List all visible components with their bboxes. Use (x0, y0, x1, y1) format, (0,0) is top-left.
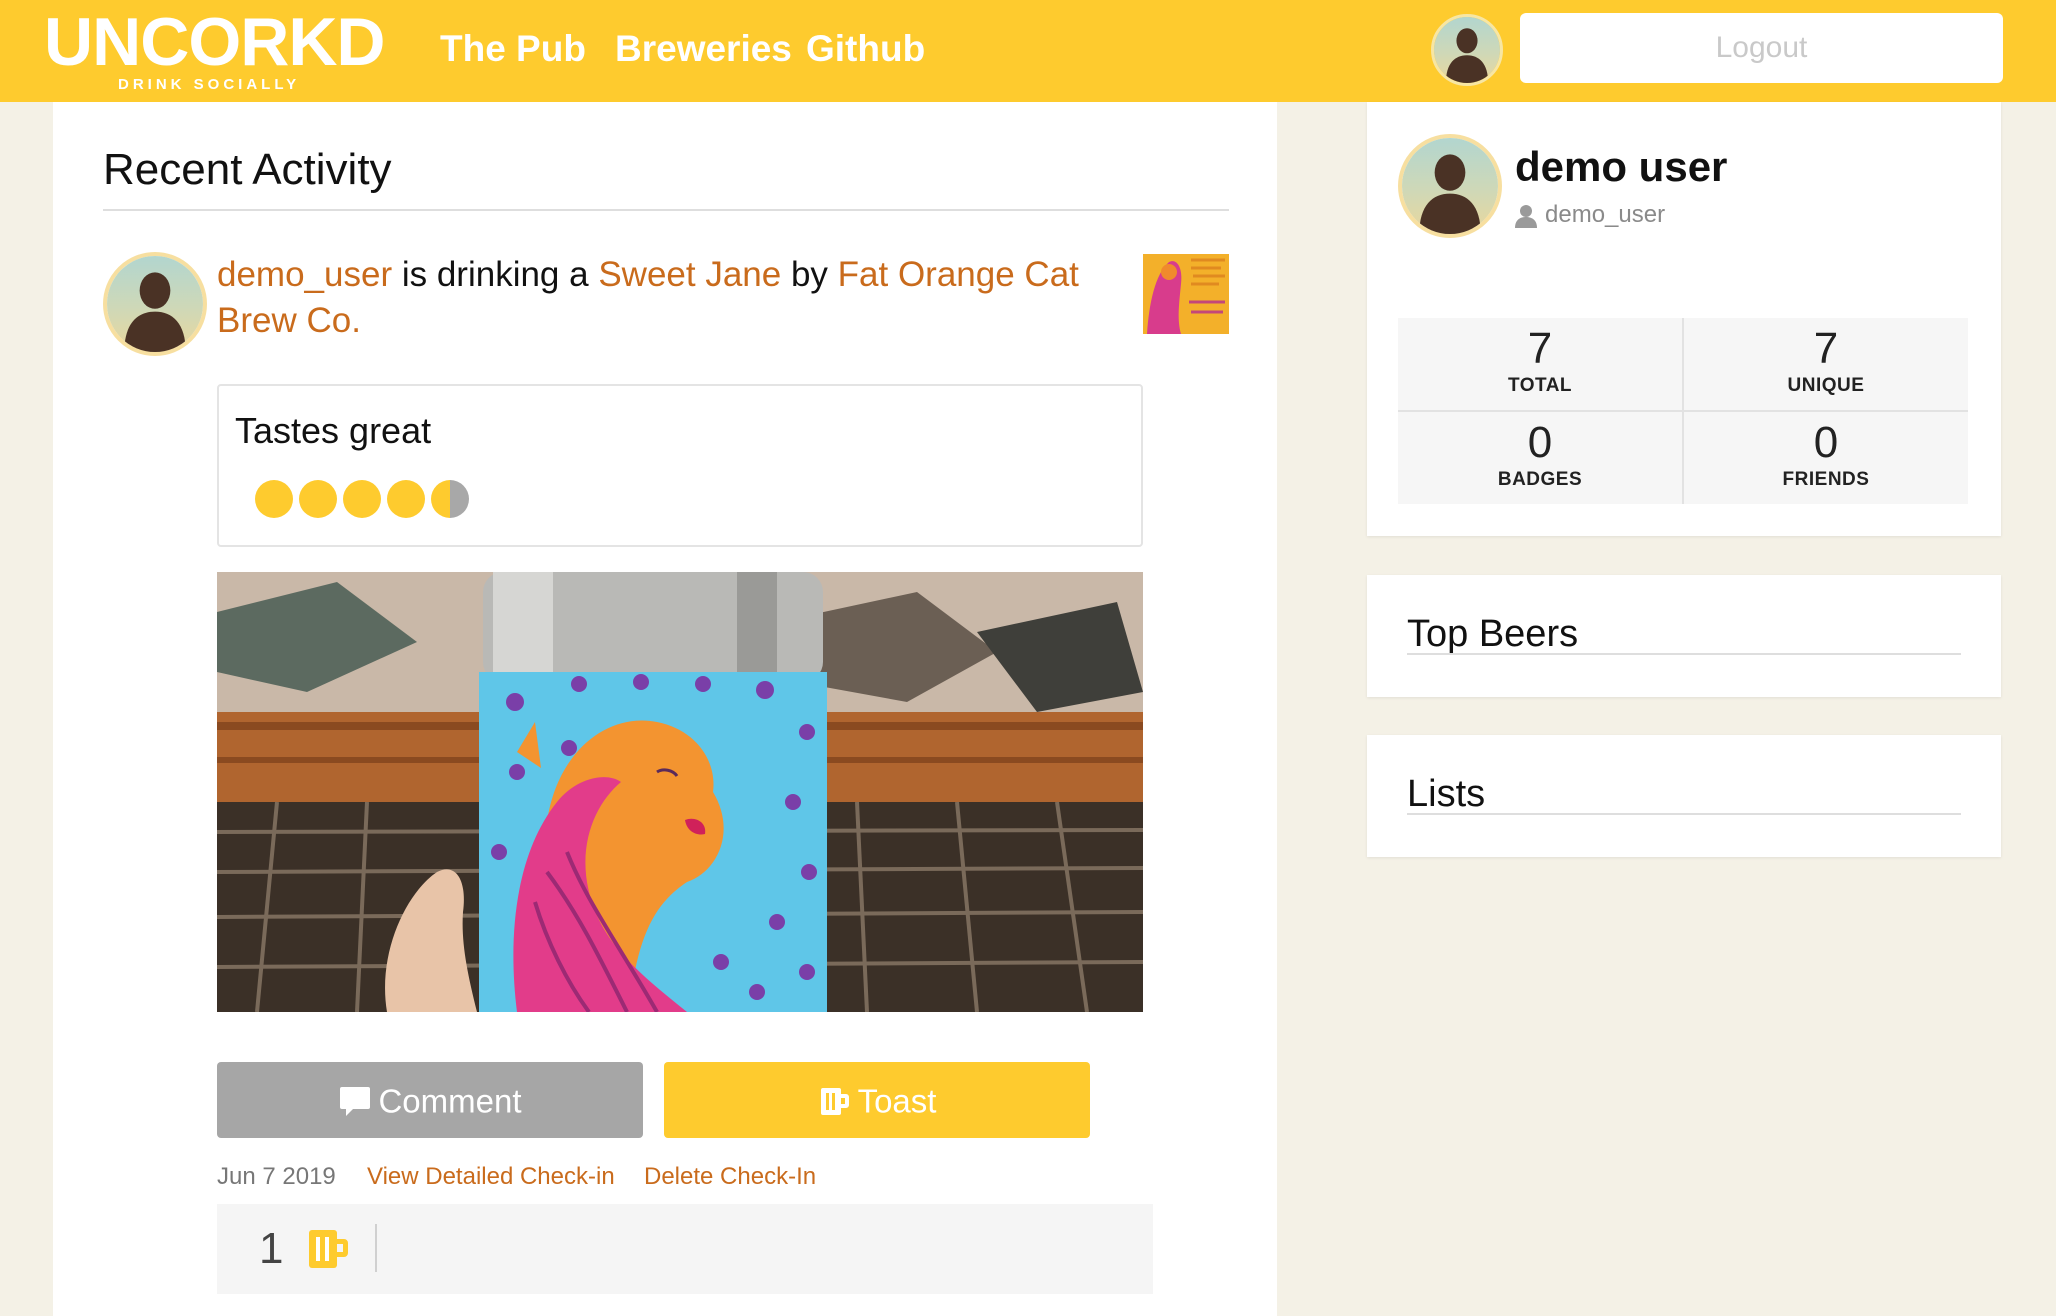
logo-wordmark: UNCORKD (44, 4, 386, 80)
review-card: Tastes great (217, 384, 1143, 547)
lists-card: Lists (1367, 735, 2001, 857)
profile-username: demo_user (1545, 201, 1666, 228)
top-navbar: UNCORKD DRINK SOCIALLY The Pub Breweries… (0, 0, 2056, 102)
delete-checkin-link[interactable]: Delete Check-In (644, 1162, 816, 1192)
profile-name: demo user (1515, 143, 1728, 190)
toast-button[interactable]: Toast (664, 1062, 1090, 1138)
logo[interactable]: UNCORKD DRINK SOCIALLY (44, 4, 386, 96)
comment-icon (340, 1087, 371, 1117)
stat-total-label: TOTAL (1507, 375, 1573, 396)
stat-badges[interactable]: 0 BADGES (1398, 412, 1682, 504)
checkin-text-by: by (781, 255, 838, 294)
beer-mug-icon (820, 1088, 849, 1116)
stat-badges-label: BADGES (1497, 469, 1583, 490)
user-silhouette-icon (1419, 154, 1481, 234)
rating-cap-half (431, 480, 469, 518)
profile-handle-row: demo_user (1515, 200, 1665, 230)
review-text: Tastes great (235, 410, 432, 451)
top-beers-divider (1407, 653, 1961, 655)
checkin-date: Jun 7 2019 (217, 1163, 336, 1190)
stat-friends-label: FRIENDS (1782, 469, 1870, 490)
checkin-headline: demo_user is drinking a Sweet Jane by Fa… (217, 252, 1087, 344)
stat-unique[interactable]: 7 UNIQUE (1684, 318, 1968, 410)
stat-total-value: 7 (1527, 324, 1553, 373)
rating-cap-full (255, 480, 293, 518)
nav-link-github[interactable]: Github (806, 26, 925, 72)
lists-divider (1407, 813, 1961, 815)
user-silhouette-icon (124, 272, 186, 352)
beer-label-image (1143, 254, 1229, 334)
comment-button-label: Comment (378, 1082, 522, 1120)
comment-button[interactable]: Comment (217, 1062, 643, 1138)
beer-mug-icon[interactable] (307, 1226, 351, 1270)
user-silhouette-icon (1445, 28, 1489, 83)
stat-unique-value: 7 (1813, 324, 1839, 373)
beer-link[interactable]: Sweet Jane (598, 255, 781, 294)
checkin-user-link[interactable]: demo_user (217, 255, 392, 294)
checkin-text-drinking: is drinking a (392, 255, 599, 294)
toast-count: 1 (259, 1224, 284, 1273)
activity-feed: Recent Activity demo_user is drinking a … (53, 102, 1277, 1316)
beer-label-thumbnail[interactable] (1143, 254, 1229, 334)
toast-summary-bar: 1 (217, 1204, 1153, 1294)
rating-cap-full (343, 480, 381, 518)
logout-button[interactable]: Logout (1520, 13, 2003, 83)
stat-unique-label: UNIQUE (1787, 375, 1865, 396)
stat-friends-value: 0 (1813, 418, 1839, 467)
toast-divider (375, 1224, 377, 1272)
beer-can-photo (217, 572, 1143, 1012)
profile-stats: 7 TOTAL 7 UNIQUE 0 BADGES 0 FRIENDS (1398, 318, 1968, 504)
nav-avatar[interactable] (1431, 14, 1503, 86)
rating-caps (255, 480, 495, 520)
recent-activity-heading: Recent Activity (103, 145, 392, 194)
stat-total[interactable]: 7 TOTAL (1398, 318, 1682, 410)
lists-heading: Lists (1407, 773, 1486, 815)
stat-badges-value: 0 (1527, 418, 1553, 467)
profile-card: demo user demo_user 7 TOTAL 7 UNIQUE 0 B… (1367, 102, 2001, 536)
logo-tagline: DRINK SOCIALLY (118, 76, 301, 93)
rating-cap-full (387, 480, 425, 518)
profile-avatar[interactable] (1398, 134, 1502, 238)
toast-button-label: Toast (857, 1082, 937, 1120)
checkin-photo[interactable] (217, 572, 1143, 1012)
nav-link-breweries[interactable]: Breweries (615, 26, 792, 72)
rating-cap-full (299, 480, 337, 518)
view-detailed-checkin-link[interactable]: View Detailed Check-in (367, 1162, 615, 1192)
stats-divider-horizontal (1398, 410, 1968, 412)
heading-divider (103, 209, 1229, 211)
stat-friends[interactable]: 0 FRIENDS (1684, 412, 1968, 504)
top-beers-card: Top Beers (1367, 575, 2001, 697)
user-icon (1515, 204, 1537, 228)
top-beers-heading: Top Beers (1407, 613, 1579, 655)
checkin-user-avatar[interactable] (103, 252, 207, 356)
nav-link-the-pub[interactable]: The Pub (440, 26, 586, 72)
